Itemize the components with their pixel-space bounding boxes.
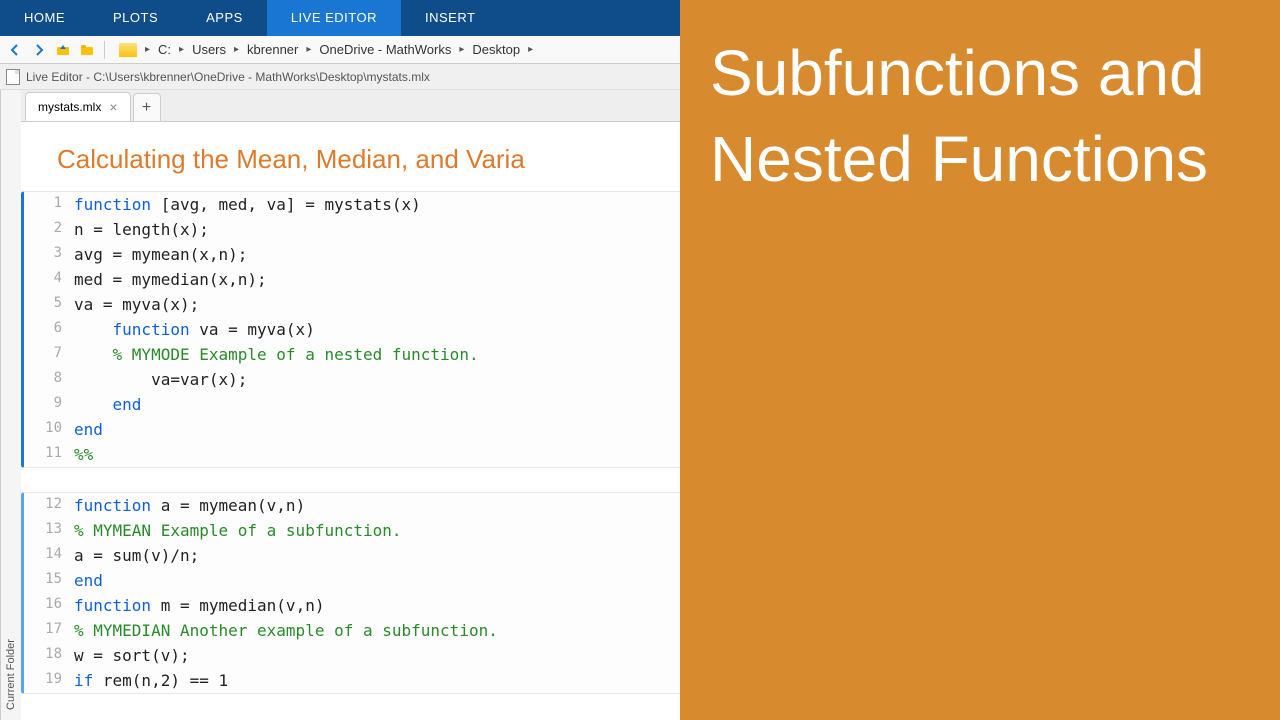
breadcrumb-item[interactable]: kbrenner <box>243 40 302 59</box>
document-icon <box>6 69 20 85</box>
line-number: 7 <box>24 342 74 367</box>
line-number: 10 <box>24 417 74 442</box>
current-folder-panel-tab[interactable]: Current Folder <box>0 90 21 720</box>
ribbon-tab-apps[interactable]: APPS <box>182 0 267 36</box>
line-number: 14 <box>24 543 74 568</box>
ribbon-tab-home[interactable]: HOME <box>0 0 89 36</box>
file-tab-mystats[interactable]: mystats.mlx × <box>25 92 131 121</box>
ribbon-tab-insert[interactable]: INSERT <box>401 0 499 36</box>
breadcrumb-item[interactable]: Desktop <box>468 40 524 59</box>
chevron-right-icon: ▸ <box>528 44 533 55</box>
breadcrumb-item[interactable]: Users <box>188 40 230 59</box>
line-number: 13 <box>24 518 74 543</box>
line-number: 17 <box>24 618 74 643</box>
chevron-right-icon: ▸ <box>145 44 150 55</box>
chevron-right-icon: ▸ <box>459 44 464 55</box>
line-number: 16 <box>24 593 74 618</box>
editor-title: Live Editor - C:\Users\kbrenner\OneDrive… <box>26 70 430 84</box>
breadcrumb-item[interactable]: OneDrive - MathWorks <box>315 40 455 59</box>
chevron-right-icon: ▸ <box>306 44 311 55</box>
close-icon[interactable]: × <box>109 100 117 114</box>
new-tab-button[interactable]: + <box>133 93 161 121</box>
line-number: 12 <box>24 493 74 518</box>
folder-icon <box>119 43 137 57</box>
line-number: 1 <box>24 192 74 217</box>
chevron-right-icon: ▸ <box>234 44 239 55</box>
chevron-right-icon: ▸ <box>179 44 184 55</box>
ribbon-tab-live-editor[interactable]: LIVE EDITOR <box>267 0 401 36</box>
line-number: 11 <box>24 442 74 467</box>
line-number: 18 <box>24 643 74 668</box>
line-number: 6 <box>24 317 74 342</box>
forward-button[interactable] <box>28 39 50 61</box>
browse-button[interactable] <box>76 39 98 61</box>
line-number: 2 <box>24 217 74 242</box>
line-number: 19 <box>24 668 74 693</box>
breadcrumb-item[interactable]: C: <box>154 40 175 59</box>
line-number: 9 <box>24 392 74 417</box>
up-folder-button[interactable] <box>52 39 74 61</box>
address-bar[interactable]: ▸ C: ▸ Users ▸ kbrenner ▸ OneDrive - MathWorks ▸… <box>119 40 533 59</box>
line-number: 3 <box>24 242 74 267</box>
back-button[interactable] <box>4 39 26 61</box>
title-overlay: Subfunctions and Nested Functions <box>680 0 1280 720</box>
line-number: 15 <box>24 568 74 593</box>
ribbon-tab-plots[interactable]: PLOTS <box>89 0 182 36</box>
line-number: 4 <box>24 267 74 292</box>
separator <box>104 41 105 59</box>
line-number: 5 <box>24 292 74 317</box>
file-tab-label: mystats.mlx <box>38 100 101 114</box>
line-number: 8 <box>24 367 74 392</box>
